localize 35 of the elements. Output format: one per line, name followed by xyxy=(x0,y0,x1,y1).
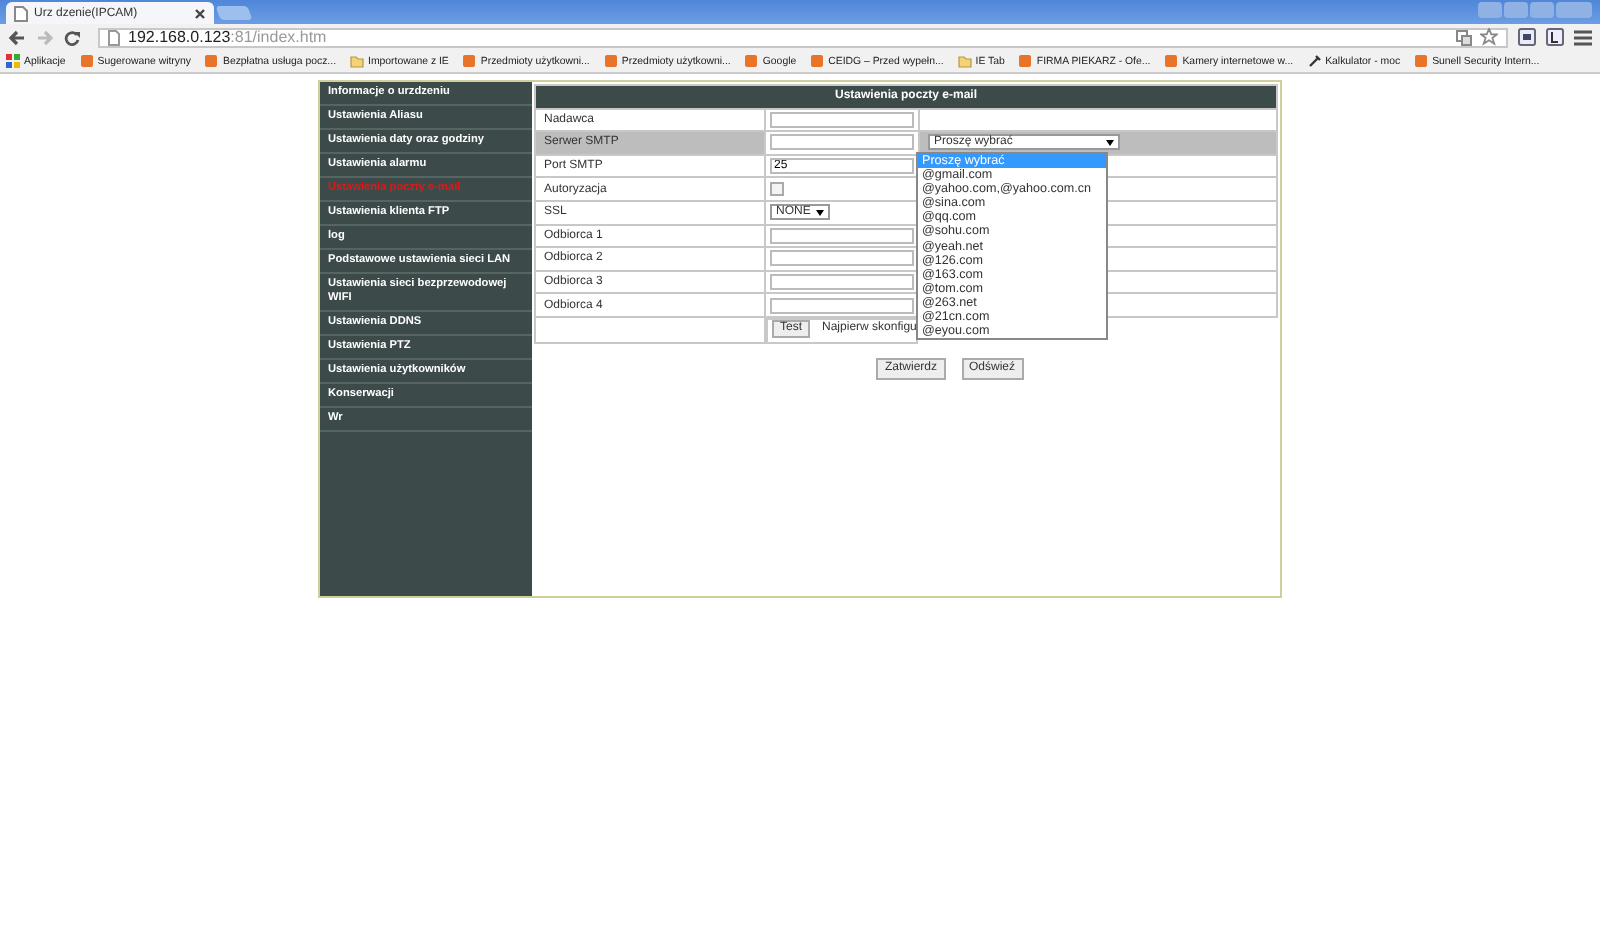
caret-icon xyxy=(816,209,825,216)
page-icon xyxy=(14,5,28,21)
reload-icon[interactable] xyxy=(64,29,80,45)
favicon-icon xyxy=(603,54,618,68)
folder-icon xyxy=(957,54,972,68)
apps-icon xyxy=(6,54,20,68)
caret-icon xyxy=(1106,139,1114,146)
favicon-icon xyxy=(1164,54,1179,68)
extension-icon[interactable] xyxy=(1518,28,1536,46)
page-icon xyxy=(108,29,120,45)
folder-icon xyxy=(350,54,365,68)
input-field[interactable] xyxy=(770,297,914,314)
favicon-icon xyxy=(744,54,759,68)
extension-icon[interactable] xyxy=(1546,28,1564,46)
checkbox[interactable] xyxy=(770,182,784,197)
favicon-icon xyxy=(810,54,825,68)
input-field[interactable] xyxy=(770,227,914,244)
star-icon[interactable] xyxy=(1480,28,1498,46)
favicon-icon xyxy=(79,54,94,68)
favicon-icon xyxy=(204,54,219,68)
favicon-icon xyxy=(1414,54,1429,68)
wrench-icon xyxy=(1307,54,1322,68)
favicon-icon xyxy=(1018,54,1033,68)
menu-icon[interactable] xyxy=(1574,29,1592,45)
forward-icon[interactable] xyxy=(36,29,54,45)
input-field[interactable] xyxy=(770,274,914,291)
url-text: 192.168.0.123:81/index.htm xyxy=(128,28,327,46)
input-field[interactable] xyxy=(770,250,914,267)
favicon-icon xyxy=(462,54,477,68)
new-tab-button[interactable] xyxy=(215,6,253,20)
input-field[interactable] xyxy=(770,111,914,128)
back-icon[interactable] xyxy=(8,29,26,45)
address-bar[interactable]: 192.168.0.123:81/index.htm xyxy=(98,27,1508,47)
input-field[interactable] xyxy=(770,134,914,151)
translate-icon[interactable] xyxy=(1456,29,1472,45)
